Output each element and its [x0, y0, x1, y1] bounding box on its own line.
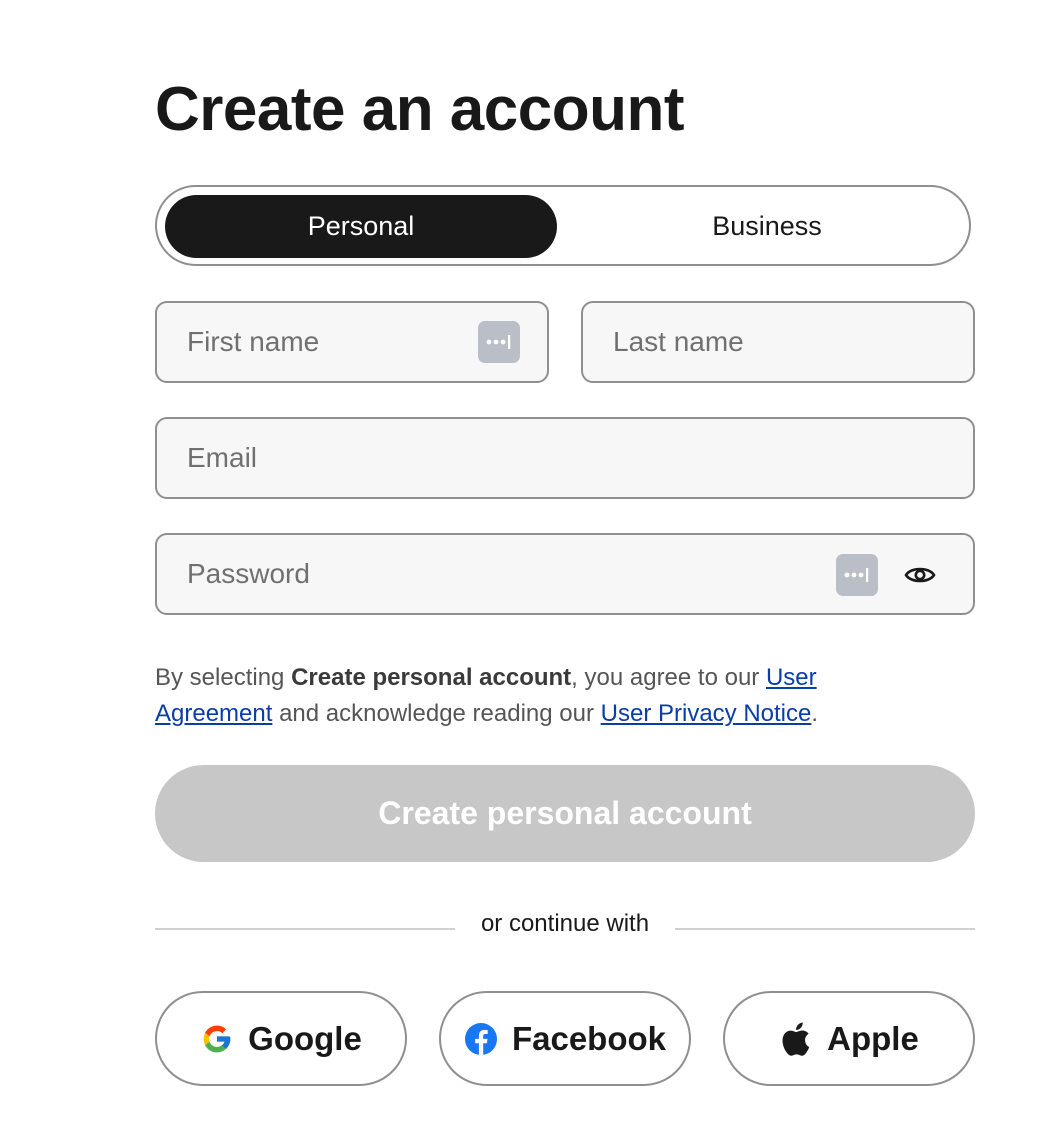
legal-bold-text: Create personal account — [291, 664, 572, 691]
password-manager-icon[interactable] — [836, 554, 878, 596]
password-input[interactable] — [187, 535, 827, 613]
facebook-icon — [464, 1022, 498, 1056]
facebook-button[interactable]: Facebook — [439, 991, 691, 1086]
last-name-field — [581, 301, 975, 383]
legal-text: By selecting — [155, 664, 292, 691]
google-label: Google — [248, 1019, 362, 1057]
signup-page: Create an account Personal Business Firs… — [0, 0, 1061, 1134]
last-name-input[interactable] — [613, 303, 943, 381]
account-type-toggle: Personal Business — [155, 185, 971, 266]
apple-label: Apple — [827, 1019, 919, 1057]
legal-notice: By selecting Create personal account, yo… — [155, 660, 915, 732]
password-manager-icon[interactable] — [478, 321, 520, 363]
user-privacy-notice-link[interactable]: User Privacy Notice — [601, 700, 812, 727]
email-input[interactable] — [187, 419, 947, 497]
password-field — [155, 533, 975, 615]
divider-line-left — [155, 928, 455, 930]
facebook-label: Facebook — [511, 1019, 667, 1057]
google-icon — [200, 1022, 234, 1056]
apple-icon — [779, 1021, 813, 1056]
google-button[interactable]: Google — [155, 991, 407, 1086]
eye-icon[interactable] — [903, 563, 937, 587]
divider-label: or continue with — [480, 910, 650, 937]
email-field — [155, 417, 975, 499]
page-title: Create an account — [155, 75, 685, 144]
create-personal-account-button[interactable]: Create personal account — [155, 765, 975, 862]
legal-text: . — [811, 700, 819, 727]
legal-text: , you agree to our — [571, 664, 766, 691]
business-tab[interactable]: Business — [571, 195, 963, 258]
divider-line-right — [675, 928, 975, 930]
legal-text: and acknowledge reading our — [272, 700, 601, 727]
first-name-input[interactable] — [187, 303, 467, 381]
personal-tab[interactable]: Personal — [165, 195, 557, 258]
apple-button[interactable]: Apple — [723, 991, 975, 1086]
first-name-field — [155, 301, 549, 383]
